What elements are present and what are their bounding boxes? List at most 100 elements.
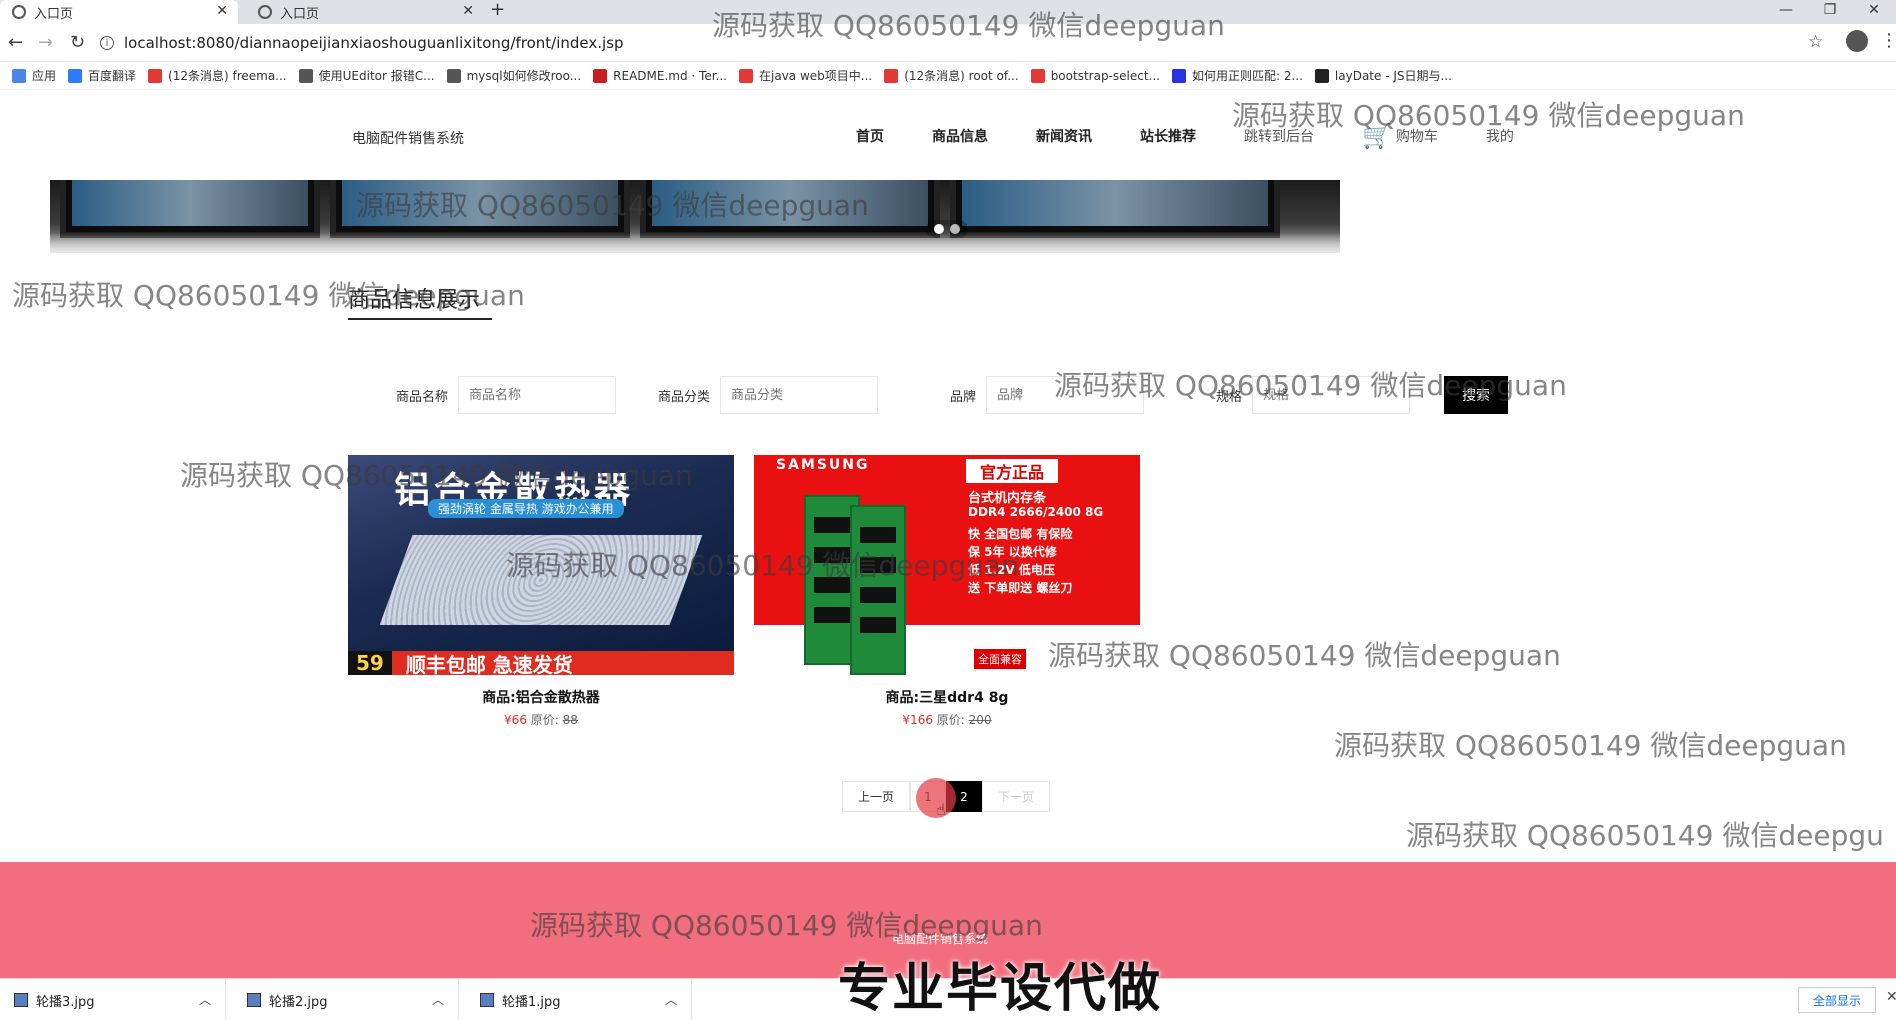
carousel-dot[interactable] bbox=[950, 224, 960, 234]
promo-overlay-text: 专业毕设代做 bbox=[838, 959, 1163, 1019]
chevron-up-icon[interactable]: ︿ bbox=[432, 991, 444, 1008]
nav-products[interactable]: 商品信息 bbox=[932, 126, 988, 146]
browser-tab-2[interactable]: 入口页 ✕ bbox=[246, 0, 484, 24]
info-icon[interactable]: i bbox=[100, 36, 114, 50]
bookmark-label: (12条消息) freema... bbox=[168, 69, 287, 83]
download-item[interactable]: 轮播3.jpg ︿ bbox=[0, 979, 226, 1020]
reload-icon[interactable]: ↻ bbox=[70, 32, 85, 53]
nav-news[interactable]: 新闻资讯 bbox=[1036, 126, 1092, 146]
bookmark-item[interactable]: mysql如何修改roo... bbox=[446, 67, 581, 84]
bookmark-label: README.md · Ter... bbox=[613, 68, 727, 83]
gitee-icon bbox=[593, 68, 608, 83]
close-tab-icon[interactable]: ✕ bbox=[462, 3, 474, 19]
profile-avatar-icon[interactable] bbox=[1846, 30, 1868, 52]
tab-title: 入口页 bbox=[34, 6, 74, 22]
watermark-text: 源码获取 QQ86050149 微信deepguan bbox=[1054, 369, 1567, 402]
original-price-label: 原价: bbox=[530, 713, 559, 727]
csdn-icon bbox=[148, 68, 163, 83]
download-filename: 轮播2.jpg bbox=[269, 994, 328, 1010]
banner-monitor-image bbox=[60, 180, 320, 238]
bookmark-label: (12条消息) root of... bbox=[904, 69, 1019, 83]
bookmark-item[interactable]: (12条消息) root of... bbox=[884, 67, 1019, 84]
bookmark-item[interactable]: bootstrap-select... bbox=[1030, 68, 1160, 83]
product-card[interactable]: SAMSUNG 官方正品 台式机内存条 DDR4 2666/2400 8G 快 … bbox=[754, 455, 1140, 728]
download-item[interactable]: 轮播2.jpg ︿ bbox=[233, 979, 459, 1020]
site-logo[interactable]: 电脑配件销售系统 bbox=[352, 128, 464, 148]
prev-page-button[interactable]: 上一页 bbox=[842, 781, 910, 812]
baidu-icon bbox=[1171, 68, 1186, 83]
bookmark-label: 在java web项目中... bbox=[759, 69, 873, 83]
chevron-up-icon[interactable]: ︿ bbox=[199, 991, 211, 1008]
product-name-input[interactable] bbox=[458, 376, 617, 414]
name-field-label: 商品名称 bbox=[396, 389, 449, 405]
carousel-indicators bbox=[926, 220, 968, 238]
bookmark-item[interactable]: layDate - JS日期与... bbox=[1314, 67, 1452, 84]
restore-icon[interactable]: ❐ bbox=[1808, 0, 1852, 24]
bookmark-item[interactable]: (12条消息) freema... bbox=[148, 67, 287, 84]
browser-tab-1[interactable]: 入口页 ✕ bbox=[0, 0, 238, 24]
baidu-translate-icon bbox=[68, 68, 83, 83]
back-icon[interactable]: ← bbox=[8, 32, 23, 53]
close-window-icon[interactable]: ✕ bbox=[1852, 0, 1896, 24]
product-name[interactable]: 商品:三星ddr4 8g bbox=[754, 687, 1140, 707]
image-file-icon bbox=[247, 993, 261, 1007]
image-file-icon bbox=[480, 993, 494, 1007]
watermark-text: 源码获取 QQ86050149 微信deepguan bbox=[356, 189, 869, 222]
tab-title: 入口页 bbox=[280, 6, 320, 22]
bootstrap-icon bbox=[1030, 68, 1045, 83]
minimize-icon[interactable]: — bbox=[1764, 0, 1808, 24]
window-controls: — ❐ ✕ bbox=[1764, 0, 1896, 24]
bookmark-item[interactable]: 使用UEditor 报错C... bbox=[298, 67, 435, 84]
category-input[interactable] bbox=[720, 376, 879, 414]
csdn-icon bbox=[884, 68, 899, 83]
product-name[interactable]: 商品:铝合金散热器 bbox=[348, 687, 734, 707]
product-card[interactable]: 铝合金散热器 强劲涡轮 金属导热 游戏办公兼用 59 顺丰包邮 急速发货 商品:… bbox=[348, 455, 734, 728]
bookmark-label: bootstrap-select... bbox=[1050, 68, 1160, 83]
next-page-button[interactable]: 下一页 bbox=[982, 781, 1050, 812]
bookmark-star-icon[interactable]: ☆ bbox=[1808, 32, 1823, 52]
url-text: localhost:8080/diannaopeijianxiaoshougua… bbox=[124, 34, 624, 52]
bookmark-label: 如何用正则匹配: 2... bbox=[1191, 69, 1303, 83]
apps-grid-icon bbox=[12, 68, 26, 83]
current-price: ¥166 bbox=[902, 713, 933, 727]
nav-recommend[interactable]: 站长推荐 bbox=[1140, 126, 1196, 146]
download-filename: 轮播1.jpg bbox=[502, 994, 561, 1010]
close-tab-icon[interactable]: ✕ bbox=[216, 3, 228, 19]
category-field-label: 商品分类 bbox=[658, 389, 711, 405]
original-price: 200 bbox=[968, 713, 992, 727]
watermark-text: 源码获取 QQ86050149 微信deepguan bbox=[1048, 639, 1561, 672]
watermark-text: 源码获取 QQ86050149 微信deepguan bbox=[180, 459, 693, 492]
carousel-dot[interactable] bbox=[934, 224, 944, 234]
original-price-label: 原价: bbox=[936, 713, 965, 727]
section-title-underline bbox=[348, 318, 492, 320]
download-item[interactable]: 轮播1.jpg ︿ bbox=[466, 979, 692, 1020]
menu-kebab-icon[interactable]: ⋮ bbox=[1880, 30, 1896, 51]
new-tab-button[interactable]: + bbox=[490, 0, 505, 20]
bookmark-item[interactable]: README.md · Ter... bbox=[593, 68, 727, 83]
close-download-bar-icon[interactable]: ✕ bbox=[1886, 989, 1896, 1005]
link-icon bbox=[298, 68, 313, 83]
watermark-text: 源码获取 QQ86050149 微信deepguan bbox=[1232, 99, 1745, 132]
product-price: ¥166 原价: 200 bbox=[754, 711, 1140, 728]
chevron-up-icon[interactable]: ︿ bbox=[665, 991, 677, 1008]
nav-home[interactable]: 首页 bbox=[856, 126, 884, 146]
image-file-icon bbox=[14, 993, 28, 1007]
current-price: ¥66 bbox=[504, 713, 527, 727]
show-all-downloads-button[interactable]: 全部显示 bbox=[1798, 987, 1876, 1013]
forward-icon[interactable]: → bbox=[38, 32, 53, 53]
bookmark-label: 百度翻译 bbox=[88, 69, 137, 83]
download-filename: 轮播3.jpg bbox=[36, 994, 95, 1010]
watermark-text: 源码获取 QQ86050149 微信deepguan bbox=[12, 279, 525, 312]
csdn-icon bbox=[739, 68, 753, 83]
bookmarks-bar: 应用 百度翻译 (12条消息) freema... 使用UEditor 报错C... m… bbox=[0, 62, 1896, 90]
bookmark-label: layDate - JS日期与... bbox=[1334, 69, 1452, 83]
bookmark-item[interactable]: 在java web项目中... bbox=[739, 67, 872, 84]
bookmark-item[interactable]: 如何用正则匹配: 2... bbox=[1171, 67, 1303, 84]
product-price: ¥66 原价: 88 bbox=[348, 711, 734, 728]
hand-cursor-icon: ☝ bbox=[936, 800, 946, 819]
bookmark-item[interactable]: 百度翻译 bbox=[68, 67, 136, 84]
globe-icon bbox=[258, 5, 272, 19]
watermark-text: 源码获取 QQ86050149 微信deepgu bbox=[1406, 819, 1884, 852]
watermark-text: 源码获取 QQ86050149 微信deepguan bbox=[712, 9, 1225, 42]
bookmark-item[interactable]: 应用 bbox=[12, 67, 56, 84]
